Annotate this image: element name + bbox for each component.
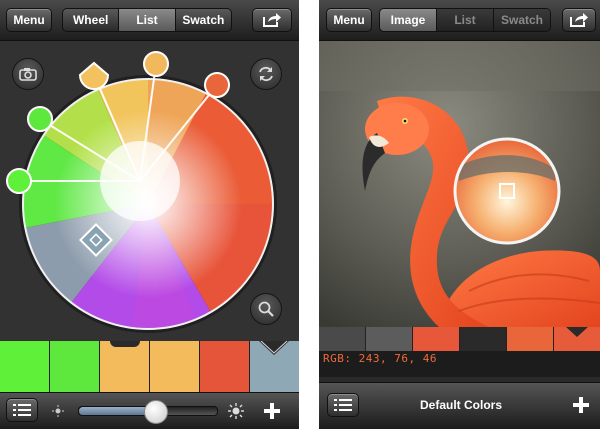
- plus-icon: [264, 403, 280, 419]
- swatch-selected[interactable]: [554, 327, 600, 351]
- magnifier-loupe[interactable]: [453, 137, 561, 245]
- tab-swatch[interactable]: Swatch: [494, 9, 550, 31]
- add-button[interactable]: [258, 397, 286, 425]
- tab-image[interactable]: Image: [380, 9, 437, 31]
- plus-icon: [573, 397, 589, 413]
- swatch[interactable]: [100, 341, 150, 393]
- color-wheel-area: [0, 41, 299, 341]
- menu-button[interactable]: Menu: [6, 8, 52, 32]
- bottom-toolbar: [0, 392, 299, 429]
- tab-list[interactable]: List: [437, 9, 494, 31]
- selected-indicator-icon: [259, 341, 289, 355]
- color-handle[interactable]: [27, 106, 53, 132]
- color-handle[interactable]: [143, 51, 169, 77]
- spacer: [319, 369, 600, 377]
- brightness-high-icon: [228, 403, 244, 419]
- tab-wheel[interactable]: Wheel: [63, 9, 120, 31]
- swatch[interactable]: [50, 341, 100, 393]
- swatch[interactable]: [0, 341, 50, 393]
- color-handle[interactable]: [204, 72, 230, 98]
- menu-button[interactable]: Menu: [326, 8, 372, 32]
- rgb-readout-bar: RGB: 243, 76, 46: [319, 351, 600, 369]
- list-button[interactable]: [6, 398, 38, 422]
- color-wheel[interactable]: [0, 41, 299, 341]
- view-segmented-control: Wheel List Swatch: [62, 8, 232, 32]
- tab-swatch[interactable]: Swatch: [176, 9, 231, 31]
- top-toolbar: Menu Image List Swatch: [319, 0, 600, 41]
- list-button[interactable]: [327, 393, 359, 417]
- swatch[interactable]: [507, 327, 554, 351]
- brightness-slider-thumb[interactable]: [143, 400, 168, 424]
- list-icon: [13, 404, 31, 416]
- palette-strip: [319, 327, 600, 351]
- palette-title[interactable]: Default Colors: [399, 398, 523, 412]
- selected-indicator-icon: [566, 327, 588, 337]
- share-arrow-icon: [570, 13, 588, 27]
- swatch[interactable]: [413, 327, 460, 351]
- swatch[interactable]: [319, 327, 366, 351]
- add-button[interactable]: [567, 391, 595, 419]
- tab-list[interactable]: List: [119, 9, 176, 31]
- swatch[interactable]: [150, 341, 200, 393]
- image-picker-screen: Menu Image List Swatch RGB: 243, 76, 46 …: [319, 0, 600, 429]
- view-segmented-control: Image List Swatch: [379, 8, 551, 32]
- swatch-selected[interactable]: [250, 341, 299, 393]
- swatch-strip: [0, 341, 299, 393]
- flamingo-photo[interactable]: [319, 41, 600, 327]
- brightness-slider[interactable]: [78, 400, 218, 424]
- color-handle-primary[interactable]: [78, 61, 110, 90]
- share-button[interactable]: [252, 8, 292, 32]
- share-arrow-icon: [263, 13, 281, 27]
- share-button[interactable]: [562, 8, 596, 32]
- swatch[interactable]: [200, 341, 250, 393]
- list-icon: [334, 399, 352, 411]
- color-wheel-screen: Menu Wheel List Swatch: [0, 0, 299, 429]
- color-handle[interactable]: [6, 168, 32, 194]
- top-toolbar: Menu Wheel List Swatch: [0, 0, 299, 41]
- swatch[interactable]: [460, 327, 507, 351]
- rgb-readout: RGB: 243, 76, 46: [323, 352, 437, 365]
- bottom-toolbar: Default Colors: [319, 382, 600, 429]
- swatch[interactable]: [366, 327, 413, 351]
- brightness-low-icon: [52, 405, 64, 417]
